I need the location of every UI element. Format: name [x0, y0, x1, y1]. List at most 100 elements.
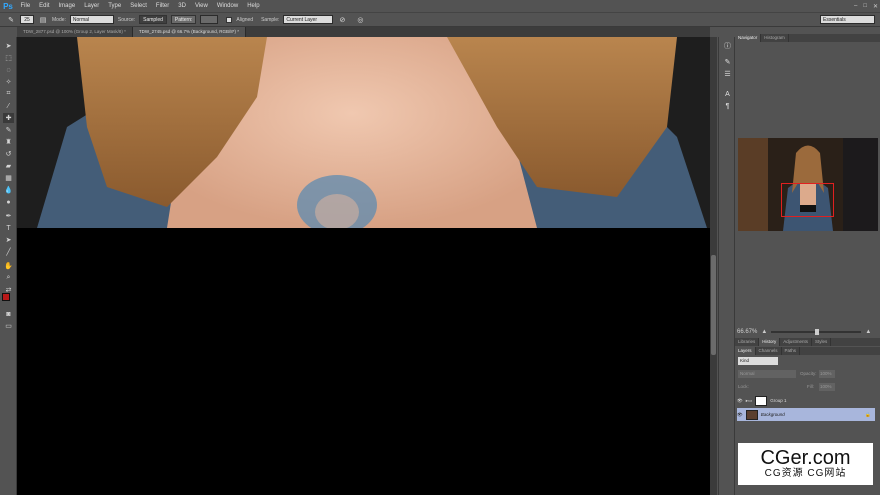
brush-presets-icon[interactable]: ✎: [722, 57, 733, 67]
blur-tool-icon[interactable]: 💧: [3, 185, 14, 195]
pattern-picker[interactable]: [200, 15, 219, 24]
zoom-tool-icon[interactable]: ⌕: [3, 273, 14, 283]
quick-select-tool-icon[interactable]: ✧: [3, 77, 14, 87]
tab-layers[interactable]: Layers: [735, 347, 756, 355]
navigator-view-box[interactable]: [781, 183, 834, 217]
doc-tab-2[interactable]: TDW_2745.psd @ 66.7% (Background, RGB/8*…: [132, 27, 246, 37]
source-pattern-button[interactable]: Pattern:: [170, 15, 197, 24]
tab-histogram[interactable]: Histogram: [761, 34, 789, 42]
zoom-in-icon[interactable]: ▲: [865, 329, 871, 335]
paragraph-icon[interactable]: ¶: [722, 101, 733, 111]
brush-panel-icon[interactable]: ▤: [38, 15, 48, 25]
dodge-tool-icon[interactable]: ●: [3, 197, 14, 207]
right-panels: Navigator Histogram 66.67% ▲ ▲ Libraries…: [735, 27, 880, 495]
tab-adjustments[interactable]: Adjustments: [780, 338, 813, 346]
screen-mode-icon[interactable]: ▭: [3, 321, 14, 331]
document-canvas[interactable]: [17, 37, 710, 495]
brush-tool-icon[interactable]: ✎: [3, 125, 14, 135]
layer-row[interactable]: 👁 ▸▭ Group 1: [737, 394, 875, 407]
aligned-checkbox[interactable]: [226, 16, 233, 23]
navigator-thumbnail[interactable]: [738, 138, 878, 231]
scrollbar-thumb[interactable]: [711, 255, 716, 355]
shape-tool-icon[interactable]: ╱: [3, 247, 14, 257]
zoom-out-icon[interactable]: ▲: [761, 329, 767, 335]
layer-thumbnail: [745, 409, 758, 420]
visibility-eye-icon[interactable]: 👁: [737, 412, 743, 418]
layer-name: Group 1: [770, 398, 787, 403]
gradient-tool-icon[interactable]: ▦: [3, 173, 14, 183]
close-button[interactable]: ✕: [873, 3, 878, 10]
marquee-tool-icon[interactable]: ⬚: [3, 53, 14, 63]
heal-pressure-icon[interactable]: ◎: [355, 15, 365, 25]
navigator-zoom-row: 66.67% ▲ ▲: [735, 328, 880, 336]
opacity-field[interactable]: 100%: [819, 370, 835, 378]
pen-tool-icon[interactable]: ✒: [3, 211, 14, 221]
fill-field[interactable]: 100%: [819, 383, 835, 391]
menu-3d[interactable]: 3D: [174, 0, 191, 12]
layer-filter-kind[interactable]: Kind: [738, 357, 778, 365]
eyedropper-tool-icon[interactable]: ⁄: [3, 101, 14, 111]
opacity-label: Opacity:: [800, 371, 817, 376]
eraser-tool-icon[interactable]: ▰: [3, 161, 14, 171]
maximize-button[interactable]: □: [863, 3, 867, 9]
properties-icon[interactable]: ☰: [722, 69, 733, 79]
lasso-tool-icon[interactable]: ◌: [3, 65, 14, 75]
ignore-adjustment-icon[interactable]: ⊘: [337, 15, 347, 25]
source-sampled-button[interactable]: Sampled: [139, 15, 167, 24]
move-tool-icon[interactable]: ➤: [3, 41, 14, 51]
minimize-button[interactable]: –: [854, 3, 857, 9]
sample-select[interactable]: Current Layer: [283, 15, 334, 24]
watermark-text: CGer.com: [760, 447, 851, 469]
history-tabs: Libraries History Adjustments Styles: [735, 338, 880, 346]
window-controls: – □ ✕: [854, 0, 878, 12]
tab-channels[interactable]: Channels: [756, 347, 782, 355]
crop-tool-icon[interactable]: ⌗: [3, 89, 14, 99]
hand-tool-icon[interactable]: ✋: [3, 261, 14, 271]
layer-row[interactable]: 👁 Background 🔒: [737, 408, 875, 421]
type-tool-icon[interactable]: T: [3, 223, 14, 233]
path-select-tool-icon[interactable]: ➤: [3, 235, 14, 245]
tab-navigator[interactable]: Navigator: [735, 34, 762, 42]
info-icon[interactable]: ⓘ: [722, 41, 733, 51]
menu-select[interactable]: Select: [126, 0, 152, 12]
document-tabs: TDW_2877.psd @ 100% (Group 2, Layer Mask…: [17, 27, 710, 37]
menu-image[interactable]: Image: [54, 0, 80, 12]
tab-libraries[interactable]: Libraries: [735, 338, 760, 346]
watermark-subtext: CG资源 CG网站: [764, 468, 847, 479]
menu-help[interactable]: Help: [243, 0, 264, 12]
menu-window[interactable]: Window: [212, 0, 242, 12]
sample-label: Sample:: [261, 16, 280, 23]
lock-icon: 🔒: [865, 411, 871, 417]
zoom-slider[interactable]: [771, 329, 862, 335]
clone-stamp-tool-icon[interactable]: ✎: [6, 15, 16, 25]
quick-mask-icon[interactable]: ◙: [3, 309, 14, 319]
navigator-zoom-value[interactable]: 66.67%: [737, 329, 757, 335]
tab-styles[interactable]: Styles: [812, 338, 832, 346]
doc-tab-1[interactable]: TDW_2877.psd @ 100% (Group 2, Layer Mask…: [17, 27, 133, 37]
menu-layer[interactable]: Layer: [80, 0, 104, 12]
foreground-color-swatch[interactable]: [2, 293, 10, 301]
menu-type[interactable]: Type: [104, 0, 126, 12]
menu-filter[interactable]: Filter: [151, 0, 173, 12]
watermark: CGer.com CG资源 CG网站: [738, 443, 873, 485]
healing-brush-tool-icon[interactable]: ✚: [3, 113, 14, 123]
blend-mode-select[interactable]: Normal: [738, 370, 796, 378]
tools-panel: ➤ ⬚ ◌ ✧ ⌗ ⁄ ✚ ✎ ♜ ↺ ▰ ▦ 💧 ● ✒ T ➤ ╱ ✋ ⌕ …: [0, 37, 17, 495]
tab-paths[interactable]: Paths: [782, 347, 801, 355]
tab-history[interactable]: History: [759, 338, 781, 346]
clone-stamp-tool-icon[interactable]: ♜: [3, 137, 14, 147]
workspace-select[interactable]: Essentials: [820, 15, 875, 24]
menu-view[interactable]: View: [190, 0, 212, 12]
brush-size-picker[interactable]: 25: [20, 15, 34, 24]
mode-select[interactable]: Normal: [69, 15, 114, 24]
visibility-eye-icon[interactable]: 👁: [737, 398, 743, 404]
menu-edit[interactable]: Edit: [35, 0, 54, 12]
menu-file[interactable]: File: [16, 0, 35, 12]
history-brush-tool-icon[interactable]: ↺: [3, 149, 14, 159]
options-bar: ✎ 25 ▤ Mode: Normal Source: Sampled Patt…: [0, 12, 880, 27]
character-icon[interactable]: A: [722, 89, 733, 99]
layer-mask-thumbnail: [755, 395, 768, 406]
canvas-photo: [17, 37, 710, 495]
mode-label: Mode:: [52, 16, 66, 23]
navigator-tabs: Navigator Histogram: [735, 34, 880, 42]
